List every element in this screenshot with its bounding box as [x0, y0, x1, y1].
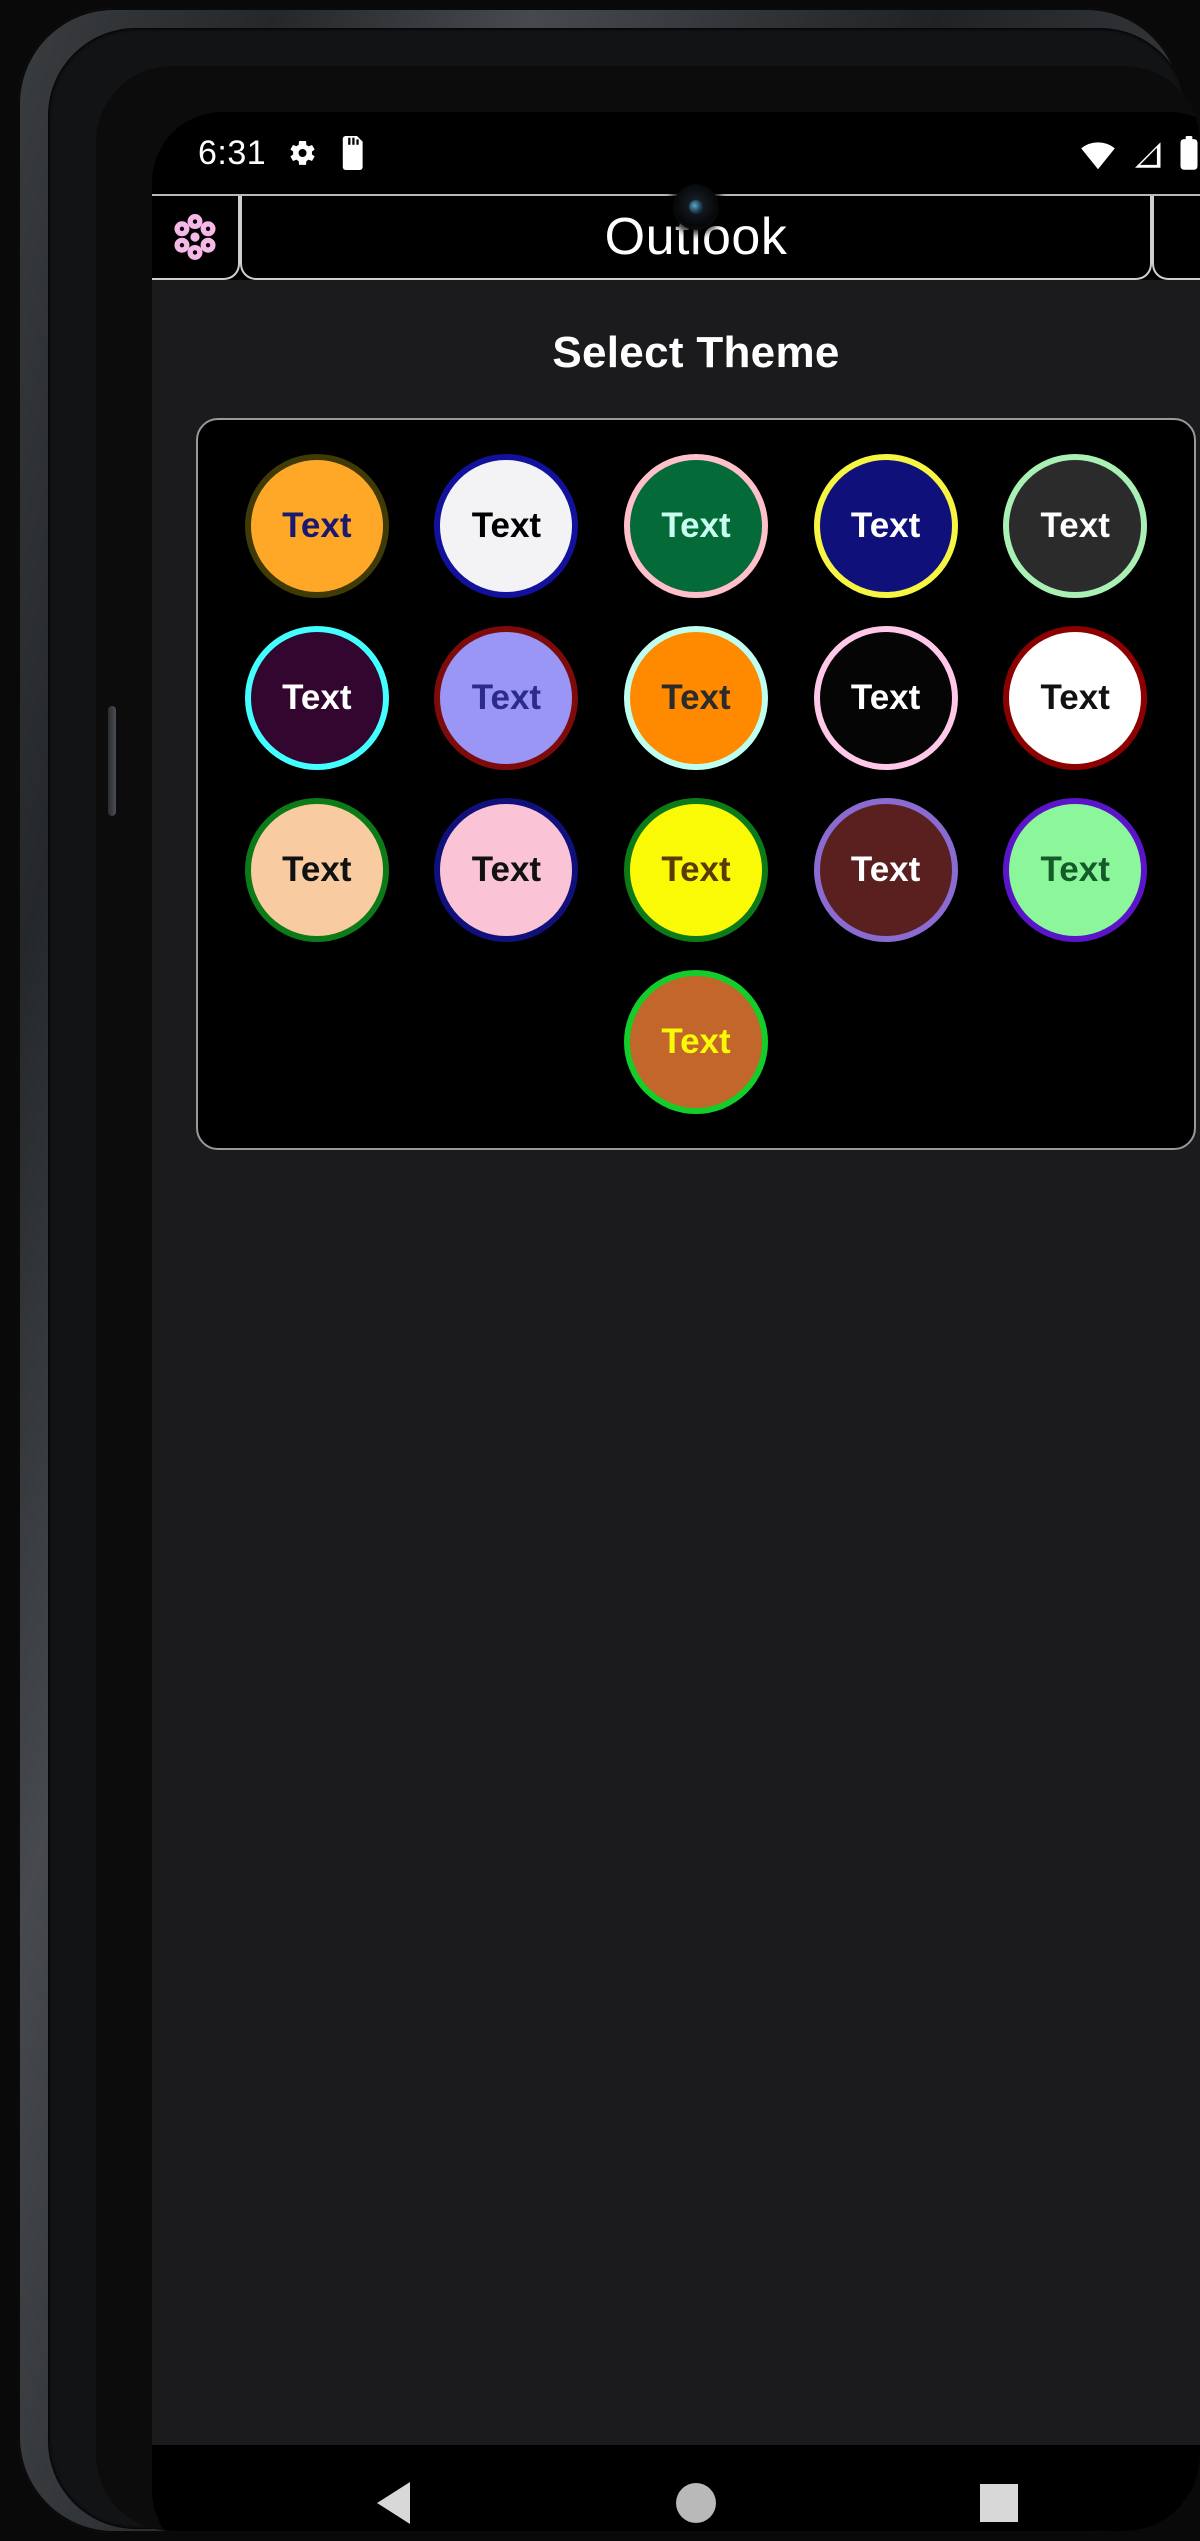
- theme-row: Text Text Text Text Text: [222, 626, 1170, 770]
- nav-recents-button[interactable]: [964, 2468, 1034, 2531]
- app-bar-right-slot[interactable]: [1152, 196, 1200, 280]
- theme-swatch-cell: Text: [601, 626, 791, 770]
- side-button-left[interactable]: [108, 706, 116, 816]
- nav-home-button[interactable]: [661, 2468, 731, 2531]
- theme-swatch-maroon-purple[interactable]: Text: [813, 798, 958, 942]
- theme-row: Text Text Text Text Text: [222, 454, 1170, 598]
- theme-swatch-yellow-green[interactable]: Text: [624, 798, 768, 942]
- theme-swatch-cell: Text: [980, 454, 1170, 598]
- theme-swatch-cell: Text: [980, 798, 1170, 942]
- gear-icon: [286, 137, 318, 169]
- sd-card-icon: [338, 136, 366, 170]
- theme-swatch-copper-green[interactable]: Text: [624, 970, 768, 1114]
- device-frame: 6:31 Outlook Select Theme Text Text Text…: [18, 8, 1200, 2533]
- theme-swatch-cell: Text: [222, 626, 412, 770]
- app-title-bar: Outlook: [152, 194, 1200, 280]
- device-frame-inner: 6:31 Outlook Select Theme Text Text Text…: [48, 28, 1200, 2531]
- theme-swatch-cell: Text: [791, 798, 981, 942]
- theme-swatch-mintgreen-purple[interactable]: Text: [1003, 798, 1148, 942]
- theme-picker-card: Text Text Text Text Text Text Text Text Text Text…: [196, 418, 1196, 1150]
- theme-swatch-orange-palecyan[interactable]: Text: [624, 626, 768, 770]
- theme-swatch-cell: Text: [601, 798, 791, 942]
- theme-swatch-cell: Text: [791, 454, 981, 598]
- home-circle-icon: [675, 2483, 716, 2523]
- theme-swatch-white-navy[interactable]: Text: [434, 454, 579, 598]
- theme-swatch-darkgreen-pink[interactable]: Text: [624, 454, 768, 598]
- back-triangle-icon: [376, 2482, 410, 2524]
- theme-swatch-cell: Text: [601, 454, 791, 598]
- phone-screen: 6:31 Outlook Select Theme Text Text Text…: [152, 112, 1200, 2531]
- wifi-icon: [1080, 140, 1116, 170]
- app-title: Outlook: [604, 208, 788, 266]
- screenshot-stage: 6:31 Outlook Select Theme Text Text Text…: [0, 0, 1200, 2541]
- theme-swatch-cell: Text: [412, 454, 602, 598]
- theme-swatch-cell: Text: [596, 970, 796, 1114]
- dots-flower-icon: [166, 208, 224, 266]
- recents-square-icon: [979, 2484, 1018, 2522]
- battery-icon: [1178, 136, 1200, 170]
- theme-row: Text: [222, 970, 1170, 1114]
- app-menu-button[interactable]: [152, 196, 240, 280]
- page-title: Select Theme: [552, 328, 840, 377]
- android-navigation-bar: [152, 2445, 1200, 2531]
- status-bar: 6:31: [152, 112, 1200, 194]
- theme-swatch-darkgray-mintgreen[interactable]: Text: [1003, 454, 1148, 598]
- theme-swatch-cell: Text: [412, 626, 602, 770]
- theme-swatch-cell: Text: [980, 626, 1170, 770]
- theme-swatch-cell: Text: [222, 798, 412, 942]
- theme-swatch-black-lightpink[interactable]: Text: [813, 626, 958, 770]
- theme-swatch-cell: Text: [791, 626, 981, 770]
- device-bezel: 6:31 Outlook Select Theme Text Text Text…: [96, 66, 1200, 2531]
- theme-swatch-periwinkle-darkred[interactable]: Text: [434, 626, 579, 770]
- cellular-signal-icon: [1130, 140, 1164, 170]
- theme-swatch-peach-green[interactable]: Text: [244, 798, 389, 942]
- theme-swatch-orange-navy[interactable]: Text: [244, 454, 389, 598]
- theme-swatch-cell: Text: [222, 454, 412, 598]
- theme-swatch-navy-yellow[interactable]: Text: [813, 454, 958, 598]
- theme-swatch-white-darkred[interactable]: Text: [1003, 626, 1148, 770]
- status-bar-right: [1080, 136, 1200, 170]
- theme-row: Text Text Text Text Text: [222, 798, 1170, 942]
- app-title-container: Outlook: [240, 196, 1152, 280]
- nav-back-button[interactable]: [358, 2468, 428, 2531]
- status-clock: 6:31: [198, 133, 267, 172]
- theme-swatch-cell: Text: [412, 798, 602, 942]
- theme-swatch-darkpurple-cyan[interactable]: Text: [244, 626, 389, 770]
- status-bar-left: 6:31: [198, 134, 366, 173]
- theme-swatch-pink-navy[interactable]: Text: [434, 798, 579, 942]
- main-content: Select Theme Text Text Text Text Text Text Tex…: [152, 280, 1200, 2445]
